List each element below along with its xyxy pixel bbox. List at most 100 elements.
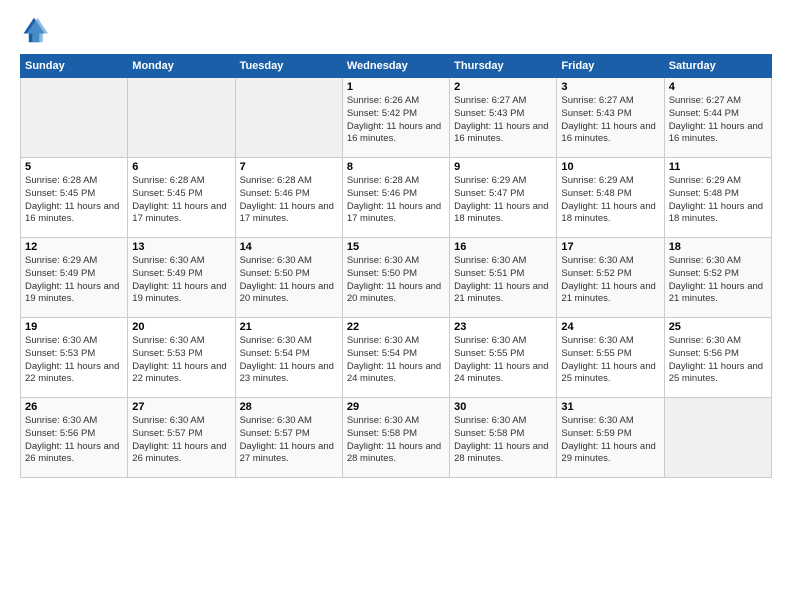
- calendar-cell: 6 Sunrise: 6:28 AM Sunset: 5:45 PM Daylig…: [128, 158, 235, 238]
- day-info: Sunrise: 6:30 AM Sunset: 5:50 PM Dayligh…: [347, 255, 445, 306]
- day-number: 11: [669, 161, 767, 173]
- day-info: Sunrise: 6:30 AM Sunset: 5:52 PM Dayligh…: [561, 255, 659, 306]
- calendar-cell: [21, 78, 128, 158]
- calendar-cell: 27Sunrise: 6:30 AM Sunset: 5:57 PM Dayli…: [128, 398, 235, 478]
- day-number: 21: [240, 321, 338, 333]
- day-number: 12: [25, 241, 123, 253]
- day-number: 16: [454, 241, 552, 253]
- day-info: Sunrise: 6:30 AM Sunset: 5:54 PM Dayligh…: [347, 335, 445, 386]
- calendar-cell: [235, 78, 342, 158]
- day-number: 25: [669, 321, 767, 333]
- calendar-cell: 20Sunrise: 6:30 AM Sunset: 5:53 PM Dayli…: [128, 318, 235, 398]
- header: [20, 16, 772, 44]
- calendar-cell: 22 Sunrise: 6:30 AM Sunset: 5:54 PM Dayli…: [342, 318, 449, 398]
- calendar-header: SundayMondayTuesdayWednesdayThursdayFrid…: [21, 55, 772, 78]
- day-number: 4: [669, 81, 767, 93]
- day-number: 7: [240, 161, 338, 173]
- calendar-week-row: 5 Sunrise: 6:28 AM Sunset: 5:45 PM Daylig…: [21, 158, 772, 238]
- day-info: Sunrise: 6:28 AM Sunset: 5:45 PM Dayligh…: [132, 175, 230, 226]
- calendar-cell: 5 Sunrise: 6:28 AM Sunset: 5:45 PM Daylig…: [21, 158, 128, 238]
- calendar-cell: 2 Sunrise: 6:27 AM Sunset: 5:43 PM Daylig…: [450, 78, 557, 158]
- day-info: Sunrise: 6:30 AM Sunset: 5:59 PM Dayligh…: [561, 415, 659, 466]
- day-info: Sunrise: 6:28 AM Sunset: 5:45 PM Dayligh…: [25, 175, 123, 226]
- calendar-cell: 26 Sunrise: 6:30 AM Sunset: 5:56 PM Dayli…: [21, 398, 128, 478]
- day-number: 9: [454, 161, 552, 173]
- day-info: Sunrise: 6:30 AM Sunset: 5:53 PM Dayligh…: [25, 335, 123, 386]
- day-info: Sunrise: 6:30 AM Sunset: 5:49 PM Dayligh…: [132, 255, 230, 306]
- calendar-week-row: 1 Sunrise: 6:26 AM Sunset: 5:42 PM Daylig…: [21, 78, 772, 158]
- day-number: 19: [25, 321, 123, 333]
- day-info: Sunrise: 6:30 AM Sunset: 5:50 PM Dayligh…: [240, 255, 338, 306]
- calendar-cell: 23Sunrise: 6:30 AM Sunset: 5:55 PM Dayli…: [450, 318, 557, 398]
- day-number: 31: [561, 401, 659, 413]
- calendar-cell: 13 Sunrise: 6:30 AM Sunset: 5:49 PM Dayli…: [128, 238, 235, 318]
- day-info: Sunrise: 6:30 AM Sunset: 5:58 PM Dayligh…: [454, 415, 552, 466]
- weekday-header: Saturday: [664, 55, 771, 78]
- calendar-week-row: 12 Sunrise: 6:29 AM Sunset: 5:49 PM Dayli…: [21, 238, 772, 318]
- calendar-cell: 19 Sunrise: 6:30 AM Sunset: 5:53 PM Dayli…: [21, 318, 128, 398]
- day-info: Sunrise: 6:27 AM Sunset: 5:43 PM Dayligh…: [561, 95, 659, 146]
- day-info: Sunrise: 6:30 AM Sunset: 5:57 PM Dayligh…: [132, 415, 230, 466]
- calendar-cell: 10 Sunrise: 6:29 AM Sunset: 5:48 PM Dayli…: [557, 158, 664, 238]
- day-number: 29: [347, 401, 445, 413]
- day-info: Sunrise: 6:30 AM Sunset: 5:51 PM Dayligh…: [454, 255, 552, 306]
- day-number: 28: [240, 401, 338, 413]
- day-number: 5: [25, 161, 123, 173]
- day-info: Sunrise: 6:30 AM Sunset: 5:57 PM Dayligh…: [240, 415, 338, 466]
- calendar-cell: 12 Sunrise: 6:29 AM Sunset: 5:49 PM Dayli…: [21, 238, 128, 318]
- weekday-header: Wednesday: [342, 55, 449, 78]
- calendar-cell: 29Sunrise: 6:30 AM Sunset: 5:58 PM Dayli…: [342, 398, 449, 478]
- day-number: 6: [132, 161, 230, 173]
- day-info: Sunrise: 6:29 AM Sunset: 5:49 PM Dayligh…: [25, 255, 123, 306]
- calendar-cell: 1 Sunrise: 6:26 AM Sunset: 5:42 PM Daylig…: [342, 78, 449, 158]
- day-info: Sunrise: 6:28 AM Sunset: 5:46 PM Dayligh…: [347, 175, 445, 226]
- day-number: 3: [561, 81, 659, 93]
- calendar: SundayMondayTuesdayWednesdayThursdayFrid…: [20, 54, 772, 478]
- day-number: 13: [132, 241, 230, 253]
- weekday-header: Sunday: [21, 55, 128, 78]
- calendar-cell: 30 Sunrise: 6:30 AM Sunset: 5:58 PM Dayli…: [450, 398, 557, 478]
- logo: [20, 16, 52, 44]
- day-number: 24: [561, 321, 659, 333]
- day-info: Sunrise: 6:30 AM Sunset: 5:56 PM Dayligh…: [669, 335, 767, 386]
- calendar-cell: 3 Sunrise: 6:27 AM Sunset: 5:43 PM Daylig…: [557, 78, 664, 158]
- day-info: Sunrise: 6:29 AM Sunset: 5:48 PM Dayligh…: [669, 175, 767, 226]
- day-number: 8: [347, 161, 445, 173]
- weekday-header: Thursday: [450, 55, 557, 78]
- day-info: Sunrise: 6:29 AM Sunset: 5:47 PM Dayligh…: [454, 175, 552, 226]
- day-info: Sunrise: 6:30 AM Sunset: 5:52 PM Dayligh…: [669, 255, 767, 306]
- day-number: 22: [347, 321, 445, 333]
- calendar-cell: 24Sunrise: 6:30 AM Sunset: 5:55 PM Dayli…: [557, 318, 664, 398]
- day-info: Sunrise: 6:30 AM Sunset: 5:54 PM Dayligh…: [240, 335, 338, 386]
- weekday-header: Tuesday: [235, 55, 342, 78]
- calendar-cell: 31 Sunrise: 6:30 AM Sunset: 5:59 PM Dayli…: [557, 398, 664, 478]
- day-number: 1: [347, 81, 445, 93]
- day-number: 15: [347, 241, 445, 253]
- calendar-cell: 7Sunrise: 6:28 AM Sunset: 5:46 PM Daylig…: [235, 158, 342, 238]
- weekday-header: Monday: [128, 55, 235, 78]
- calendar-cell: 14Sunrise: 6:30 AM Sunset: 5:50 PM Dayli…: [235, 238, 342, 318]
- day-number: 2: [454, 81, 552, 93]
- calendar-cell: 21 Sunrise: 6:30 AM Sunset: 5:54 PM Dayli…: [235, 318, 342, 398]
- calendar-week-row: 26 Sunrise: 6:30 AM Sunset: 5:56 PM Dayli…: [21, 398, 772, 478]
- day-info: Sunrise: 6:27 AM Sunset: 5:43 PM Dayligh…: [454, 95, 552, 146]
- day-number: 17: [561, 241, 659, 253]
- calendar-cell: 9 Sunrise: 6:29 AM Sunset: 5:47 PM Daylig…: [450, 158, 557, 238]
- calendar-cell: 18Sunrise: 6:30 AM Sunset: 5:52 PM Dayli…: [664, 238, 771, 318]
- day-number: 10: [561, 161, 659, 173]
- logo-icon: [20, 16, 48, 44]
- calendar-cell: [664, 398, 771, 478]
- day-info: Sunrise: 6:26 AM Sunset: 5:42 PM Dayligh…: [347, 95, 445, 146]
- calendar-body: 1 Sunrise: 6:26 AM Sunset: 5:42 PM Daylig…: [21, 78, 772, 478]
- calendar-cell: [128, 78, 235, 158]
- weekday-header: Friday: [557, 55, 664, 78]
- calendar-cell: 25 Sunrise: 6:30 AM Sunset: 5:56 PM Dayli…: [664, 318, 771, 398]
- day-info: Sunrise: 6:29 AM Sunset: 5:48 PM Dayligh…: [561, 175, 659, 226]
- calendar-cell: 28 Sunrise: 6:30 AM Sunset: 5:57 PM Dayli…: [235, 398, 342, 478]
- day-number: 30: [454, 401, 552, 413]
- day-info: Sunrise: 6:30 AM Sunset: 5:56 PM Dayligh…: [25, 415, 123, 466]
- calendar-week-row: 19 Sunrise: 6:30 AM Sunset: 5:53 PM Dayli…: [21, 318, 772, 398]
- weekday-row: SundayMondayTuesdayWednesdayThursdayFrid…: [21, 55, 772, 78]
- day-number: 26: [25, 401, 123, 413]
- day-info: Sunrise: 6:27 AM Sunset: 5:44 PM Dayligh…: [669, 95, 767, 146]
